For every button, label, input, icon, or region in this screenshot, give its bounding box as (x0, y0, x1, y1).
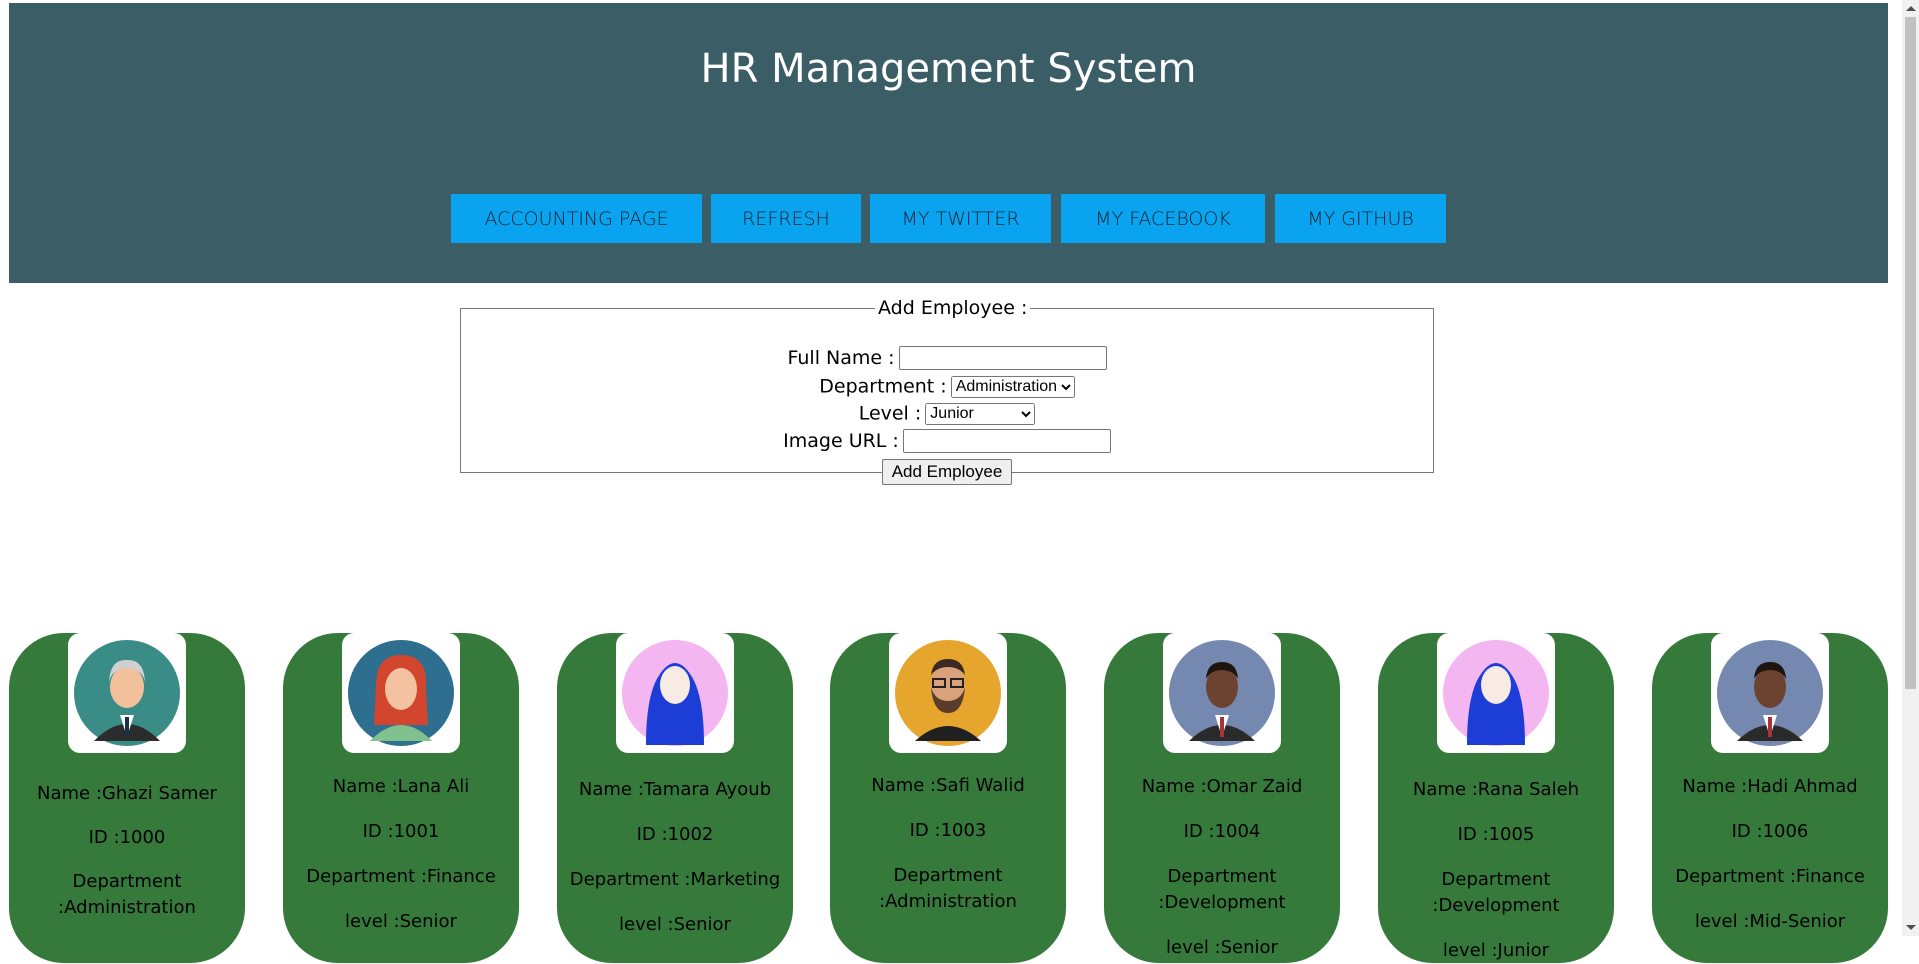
my-facebook-button[interactable]: My Facebook (1061, 194, 1265, 243)
employee-level: level :Mid-Senior (1694, 911, 1846, 932)
employee-name: Name :Hadi Ahmad (1682, 776, 1858, 797)
department-row: Department : Administration (461, 375, 1433, 398)
refresh-button[interactable]: Refresh (711, 194, 861, 243)
level-select[interactable]: Junior (925, 402, 1036, 425)
bearded-man-avatar-icon (889, 633, 1007, 753)
nav-bar: Accounting Page Refresh My Twitter My Fa… (9, 194, 1888, 244)
red-haired-woman-avatar-icon (342, 633, 460, 753)
scroll-up-arrow-icon[interactable] (1906, 6, 1916, 11)
image-url-label: Image URL : (783, 430, 899, 452)
employee-id: ID :1004 (1183, 821, 1261, 842)
man-in-suit-avatar-icon (1163, 633, 1281, 753)
employee-card: Name :Lana Ali ID :1001 Department :Fina… (283, 633, 519, 963)
employee-name: Name :Omar Zaid (1141, 776, 1303, 797)
employee-name: Name :Tamara Ayoub (578, 779, 772, 800)
employee-name: Name :Lana Ali (332, 776, 470, 797)
image-url-row: Image URL : (461, 429, 1433, 453)
employee-department: Department :Development (1432, 869, 1560, 916)
form-legend: Add Employee : (878, 297, 1028, 319)
page-title: HR Management System (700, 46, 1197, 92)
accounting-page-button[interactable]: Accounting Page (451, 194, 702, 243)
senior-man-avatar-icon (68, 633, 186, 753)
my-github-button[interactable]: My Github (1275, 194, 1446, 243)
employee-department: Department :Administration (879, 865, 1017, 912)
employee-card: Name :Safi Walid ID :1003 Department :Ad… (830, 633, 1066, 963)
employee-id: ID :1005 (1457, 824, 1535, 845)
hijab-woman-avatar-icon (1437, 633, 1555, 753)
add-employee-button[interactable]: Add Employee (881, 459, 1013, 485)
employee-card: Name :Hadi Ahmad ID :1006 Department :Fi… (1652, 633, 1888, 963)
employee-card: Name :Omar Zaid ID :1004 Department :Dev… (1104, 633, 1340, 963)
employee-department: Department :Marketing (569, 869, 781, 890)
full-name-label: Full Name : (787, 347, 895, 369)
image-url-input[interactable] (902, 429, 1111, 453)
man-in-suit-avatar-icon (1711, 633, 1829, 753)
employee-id: ID :1001 (362, 821, 440, 842)
employee-card: Name :Rana Saleh ID :1005 Department :De… (1378, 633, 1614, 963)
department-label: Department : (819, 375, 947, 398)
employee-id: ID :1002 (636, 824, 714, 845)
level-row: Level : Junior (461, 402, 1433, 425)
employee-id: ID :1006 (1731, 821, 1809, 842)
site-header: HR Management System Accounting Page Ref… (9, 3, 1888, 283)
employee-level: level :Senior (345, 911, 457, 932)
hijab-woman-avatar-icon (616, 633, 734, 753)
employee-name: Name :Rana Saleh (1412, 779, 1580, 800)
employee-name: Name :Safi Walid (871, 775, 1025, 796)
employee-level: level :Senior (1166, 937, 1278, 958)
add-employee-form: Add Employee : Full Name : Department :A… (460, 297, 1434, 485)
employee-department: Department :Finance (306, 866, 496, 887)
employee-id: ID :1000 (88, 827, 166, 848)
employee-level: level :Junior (1442, 940, 1550, 961)
employee-level: level :Senior (619, 914, 731, 935)
employee-card: Name :Ghazi Samer ID :1000 Department :A… (9, 633, 245, 963)
employee-name: Name :Ghazi Samer (37, 783, 217, 804)
employee-department: Department :Finance (1675, 866, 1865, 887)
department-select[interactable]: Administration (950, 375, 1075, 398)
employee-card: Name :Tamara Ayoub ID :1002 Department :… (557, 633, 793, 963)
level-label: Level : (858, 402, 922, 425)
submit-row: Add Employee (461, 459, 1433, 485)
page-scrollbar[interactable] (1902, 0, 1919, 936)
employee-department: Department :Development (1158, 866, 1286, 913)
my-twitter-button[interactable]: My Twitter (870, 194, 1051, 243)
full-name-input[interactable] (898, 346, 1107, 370)
employee-department: Department :Administration (58, 871, 196, 918)
employee-id: ID :1003 (909, 820, 987, 841)
full-name-row: Full Name : (461, 346, 1433, 370)
scroll-thumb[interactable] (1905, 17, 1916, 689)
scroll-down-arrow-icon[interactable] (1906, 925, 1916, 930)
